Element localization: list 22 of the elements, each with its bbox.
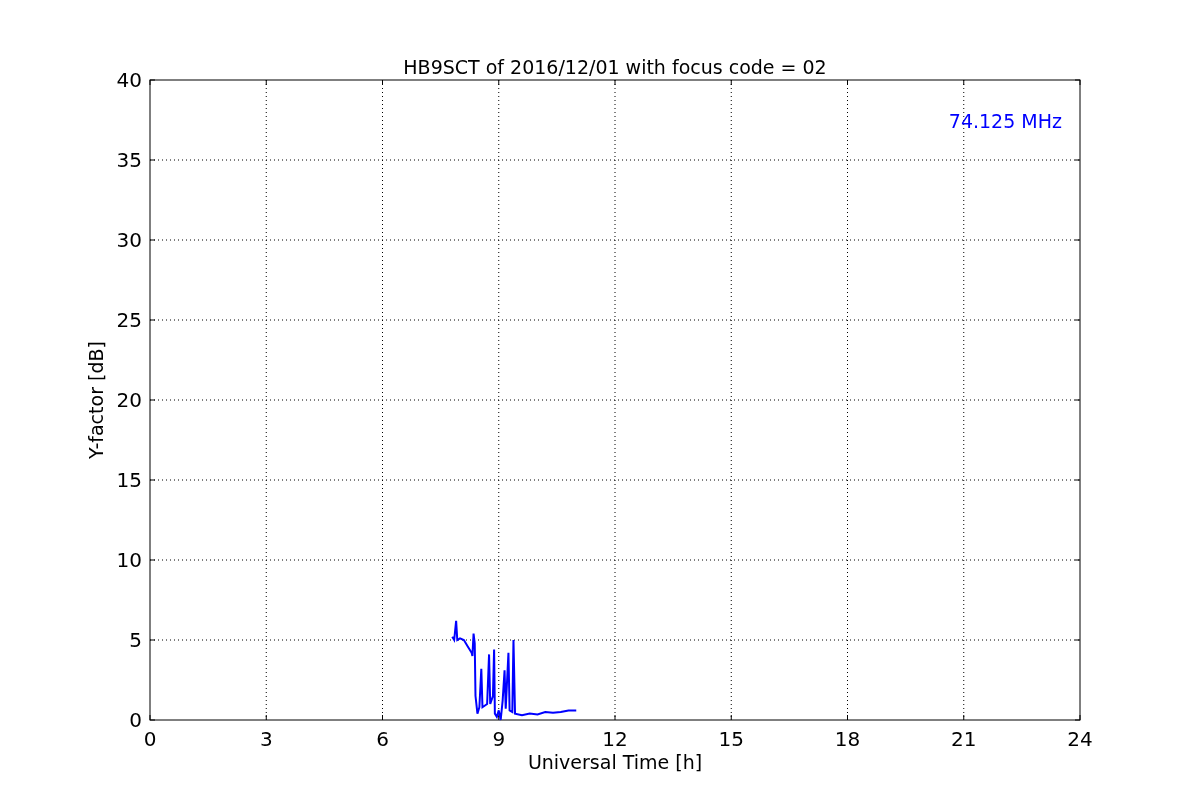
chart-title: HB9SCT of 2016/12/01 with focus code = 02	[403, 56, 827, 78]
x-tick-label: 0	[143, 727, 157, 751]
y-tick-label: 0	[129, 708, 142, 732]
series-label: 74.125 MHz	[948, 110, 1062, 132]
x-tick-label: 6	[376, 727, 389, 751]
x-axis-label: Universal Time [h]	[527, 751, 703, 773]
x-tick-label: 24	[1067, 727, 1093, 751]
y-tick-label: 5	[129, 628, 142, 652]
x-tick-label: 21	[951, 727, 977, 751]
y-tick-label: 35	[116, 148, 142, 172]
y-tick-label: 40	[116, 68, 142, 92]
y-tick-label: 15	[116, 468, 142, 492]
x-tick-label: 15	[718, 727, 744, 751]
y-axis-label: Y-factor [dB]	[85, 341, 107, 459]
y-tick-label: 10	[116, 548, 142, 572]
y-tick-label: 25	[116, 308, 142, 332]
x-tick-label: 3	[259, 727, 273, 751]
x-tick-label: 12	[602, 727, 628, 751]
y-tick-label: 30	[116, 228, 142, 252]
x-tick-label: 18	[834, 727, 861, 751]
x-tick-label: 9	[492, 727, 506, 751]
y-tick-label: 20	[116, 388, 142, 412]
